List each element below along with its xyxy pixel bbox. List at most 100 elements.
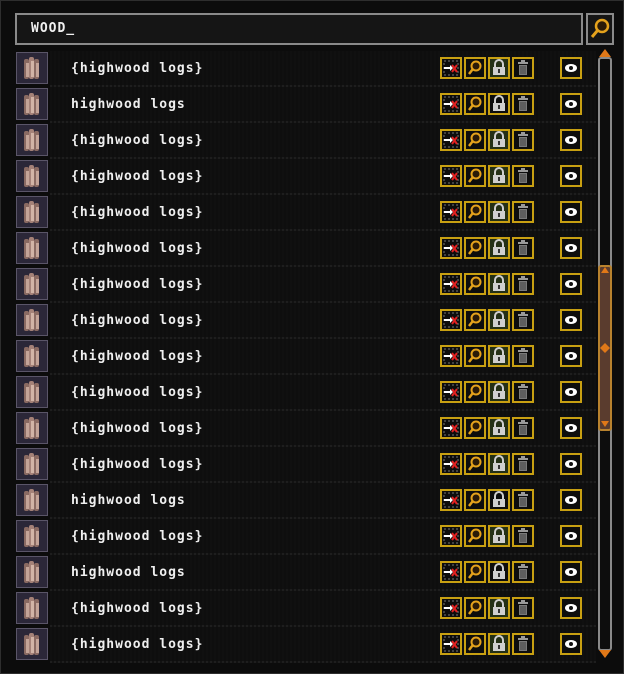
list-row[interactable]: {highwood logs} [0, 339, 596, 375]
trash-button[interactable] [512, 93, 534, 115]
dump-button[interactable] [440, 129, 462, 151]
visibility-button[interactable] [560, 525, 582, 547]
search-button[interactable] [586, 13, 614, 45]
dump-button[interactable] [440, 345, 462, 367]
trash-button[interactable] [512, 633, 534, 655]
lock-button[interactable] [488, 129, 510, 151]
dump-button[interactable] [440, 597, 462, 619]
view-button[interactable] [464, 597, 486, 619]
visibility-button[interactable] [560, 417, 582, 439]
dump-button[interactable] [440, 633, 462, 655]
lock-button[interactable] [488, 201, 510, 223]
dump-button[interactable] [440, 417, 462, 439]
lock-button[interactable] [488, 345, 510, 367]
list-row[interactable]: {highwood logs} [0, 123, 596, 159]
lock-button[interactable] [488, 309, 510, 331]
dump-button[interactable] [440, 525, 462, 547]
view-button[interactable] [464, 201, 486, 223]
list-row[interactable]: {highwood logs} [0, 591, 596, 627]
view-button[interactable] [464, 489, 486, 511]
trash-button[interactable] [512, 525, 534, 547]
visibility-button[interactable] [560, 597, 582, 619]
trash-button[interactable] [512, 129, 534, 151]
list-row[interactable]: {highwood logs} [0, 195, 596, 231]
trash-button[interactable] [512, 597, 534, 619]
dump-button[interactable] [440, 201, 462, 223]
trash-button[interactable] [512, 453, 534, 475]
search-input[interactable]: WOOD_ [15, 13, 583, 45]
visibility-button[interactable] [560, 381, 582, 403]
dump-button[interactable] [440, 381, 462, 403]
list-row[interactable]: {highwood logs} [0, 447, 596, 483]
list-row[interactable]: {highwood logs} [0, 519, 596, 555]
view-button[interactable] [464, 129, 486, 151]
dump-button[interactable] [440, 93, 462, 115]
trash-button[interactable] [512, 57, 534, 79]
view-button[interactable] [464, 561, 486, 583]
view-button[interactable] [464, 453, 486, 475]
trash-button[interactable] [512, 345, 534, 367]
visibility-button[interactable] [560, 345, 582, 367]
scrollbar-thumb[interactable] [598, 265, 612, 431]
view-button[interactable] [464, 417, 486, 439]
trash-button[interactable] [512, 417, 534, 439]
list-row[interactable]: {highwood logs} [0, 411, 596, 447]
trash-button[interactable] [512, 165, 534, 187]
view-button[interactable] [464, 57, 486, 79]
view-button[interactable] [464, 93, 486, 115]
lock-button[interactable] [488, 489, 510, 511]
list-row[interactable]: {highwood logs} [0, 627, 596, 663]
view-button[interactable] [464, 633, 486, 655]
list-row[interactable]: {highwood logs} [0, 375, 596, 411]
view-button[interactable] [464, 345, 486, 367]
view-button[interactable] [464, 309, 486, 331]
trash-button[interactable] [512, 237, 534, 259]
dump-button[interactable] [440, 237, 462, 259]
trash-button[interactable] [512, 201, 534, 223]
lock-button[interactable] [488, 273, 510, 295]
lock-button[interactable] [488, 525, 510, 547]
trash-button[interactable] [512, 309, 534, 331]
lock-button[interactable] [488, 93, 510, 115]
lock-button[interactable] [488, 381, 510, 403]
view-button[interactable] [464, 381, 486, 403]
list-row[interactable]: {highwood logs} [0, 231, 596, 267]
dump-button[interactable] [440, 165, 462, 187]
view-button[interactable] [464, 273, 486, 295]
trash-button[interactable] [512, 273, 534, 295]
visibility-button[interactable] [560, 165, 582, 187]
visibility-button[interactable] [560, 309, 582, 331]
dump-button[interactable] [440, 561, 462, 583]
trash-button[interactable] [512, 489, 534, 511]
visibility-button[interactable] [560, 633, 582, 655]
view-button[interactable] [464, 525, 486, 547]
visibility-button[interactable] [560, 561, 582, 583]
lock-button[interactable] [488, 597, 510, 619]
dump-button[interactable] [440, 57, 462, 79]
visibility-button[interactable] [560, 273, 582, 295]
view-button[interactable] [464, 237, 486, 259]
lock-button[interactable] [488, 165, 510, 187]
dump-button[interactable] [440, 273, 462, 295]
dump-button[interactable] [440, 489, 462, 511]
visibility-button[interactable] [560, 453, 582, 475]
visibility-button[interactable] [560, 237, 582, 259]
visibility-button[interactable] [560, 489, 582, 511]
lock-button[interactable] [488, 417, 510, 439]
list-row[interactable]: {highwood logs} [0, 159, 596, 195]
scroll-down-arrow-icon[interactable] [599, 650, 611, 658]
list-row[interactable]: highwood logs [0, 483, 596, 519]
scroll-up-arrow-icon[interactable] [599, 49, 611, 57]
lock-button[interactable] [488, 237, 510, 259]
visibility-button[interactable] [560, 93, 582, 115]
lock-button[interactable] [488, 561, 510, 583]
visibility-button[interactable] [560, 57, 582, 79]
trash-button[interactable] [512, 561, 534, 583]
dump-button[interactable] [440, 309, 462, 331]
trash-button[interactable] [512, 381, 534, 403]
view-button[interactable] [464, 165, 486, 187]
list-row[interactable]: highwood logs [0, 87, 596, 123]
list-row[interactable]: {highwood logs} [0, 267, 596, 303]
list-row[interactable]: highwood logs [0, 555, 596, 591]
visibility-button[interactable] [560, 201, 582, 223]
